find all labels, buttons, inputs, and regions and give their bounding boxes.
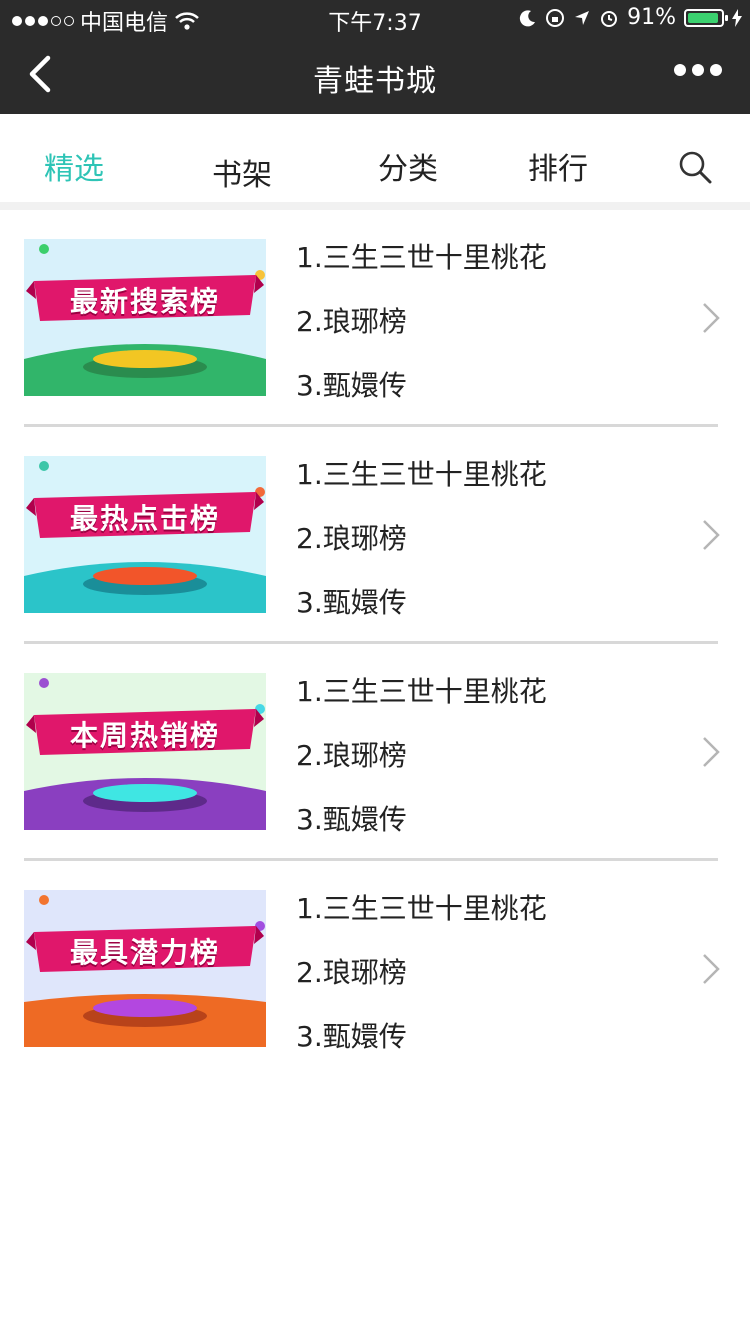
book-title[interactable]: 2.琅琊榜 — [296, 517, 407, 557]
rank-banner: 本周热销榜 — [24, 673, 266, 830]
banner-title: 最热点击榜 — [69, 502, 220, 535]
banner-title: 最新搜索榜 — [69, 285, 220, 318]
book-title[interactable]: 2.琅琊榜 — [296, 734, 407, 774]
chevron-right-icon — [703, 737, 720, 767]
tab-categories[interactable]: 分类 — [378, 144, 438, 188]
rank-banner: 最热点击榜 — [24, 456, 266, 613]
book-title[interactable]: 3.甄嬛传 — [296, 798, 407, 838]
tab-bookshelf[interactable]: 书架 — [212, 150, 272, 194]
search-icon[interactable] — [678, 150, 712, 184]
book-title[interactable]: 1.三生三世十里桃花 — [296, 453, 547, 493]
rank-item-newest-search[interactable]: 最新搜索榜 1.三生三世十里桃花 2.琅琊榜 3.甄嬛传 — [0, 210, 750, 427]
nav-bar: 青蛙书城 — [0, 36, 750, 114]
chevron-right-icon — [703, 954, 720, 984]
battery-icon — [684, 8, 728, 27]
charging-icon — [732, 8, 742, 27]
section-gap — [0, 202, 750, 210]
book-title[interactable]: 2.琅琊榜 — [296, 951, 407, 991]
more-options-icon[interactable] — [674, 64, 722, 76]
banner-title: 本周热销榜 — [69, 719, 220, 752]
book-title[interactable]: 3.甄嬛传 — [296, 1015, 407, 1055]
rank-banner: 最具潜力榜 — [24, 890, 266, 1047]
book-title[interactable]: 3.甄嬛传 — [296, 581, 407, 621]
status-right: 91% — [519, 5, 742, 30]
rank-item-hottest-clicks[interactable]: 最热点击榜 1.三生三世十里桃花 2.琅琊榜 3.甄嬛传 — [0, 427, 750, 644]
book-title[interactable]: 1.三生三世十里桃花 — [296, 887, 547, 927]
rotation-lock-icon — [546, 8, 565, 27]
book-title[interactable]: 2.琅琊榜 — [296, 300, 407, 340]
chevron-right-icon — [703, 520, 720, 550]
tab-featured[interactable]: 精选 — [44, 144, 104, 188]
rank-item-most-potential[interactable]: 最具潜力榜 1.三生三世十里桃花 2.琅琊榜 3.甄嬛传 — [0, 861, 750, 1078]
page-title: 青蛙书城 — [313, 64, 437, 99]
tab-rankings[interactable]: 排行 — [528, 144, 588, 188]
moon-icon — [519, 9, 536, 26]
top-bar: 中国电信 下午7:37 91% 青蛙书城 — [0, 0, 750, 114]
status-bar: 中国电信 下午7:37 91% — [0, 0, 750, 36]
rank-list: 最新搜索榜 1.三生三世十里桃花 2.琅琊榜 3.甄嬛传 最热点击榜 1.三生三… — [0, 210, 750, 1078]
banner-title: 最具潜力榜 — [69, 936, 220, 969]
chevron-right-icon — [703, 303, 720, 333]
rank-banner: 最新搜索榜 — [24, 239, 266, 396]
rank-item-weekly-bestsellers[interactable]: 本周热销榜 1.三生三世十里桃花 2.琅琊榜 3.甄嬛传 — [0, 644, 750, 861]
battery-percent: 91% — [627, 5, 676, 30]
alarm-icon — [601, 10, 618, 27]
book-title[interactable]: 3.甄嬛传 — [296, 364, 407, 404]
location-icon — [575, 10, 590, 25]
book-title[interactable]: 1.三生三世十里桃花 — [296, 670, 547, 710]
book-title[interactable]: 1.三生三世十里桃花 — [296, 236, 547, 276]
tab-bar: 精选 书架 分类 排行 — [0, 114, 750, 202]
